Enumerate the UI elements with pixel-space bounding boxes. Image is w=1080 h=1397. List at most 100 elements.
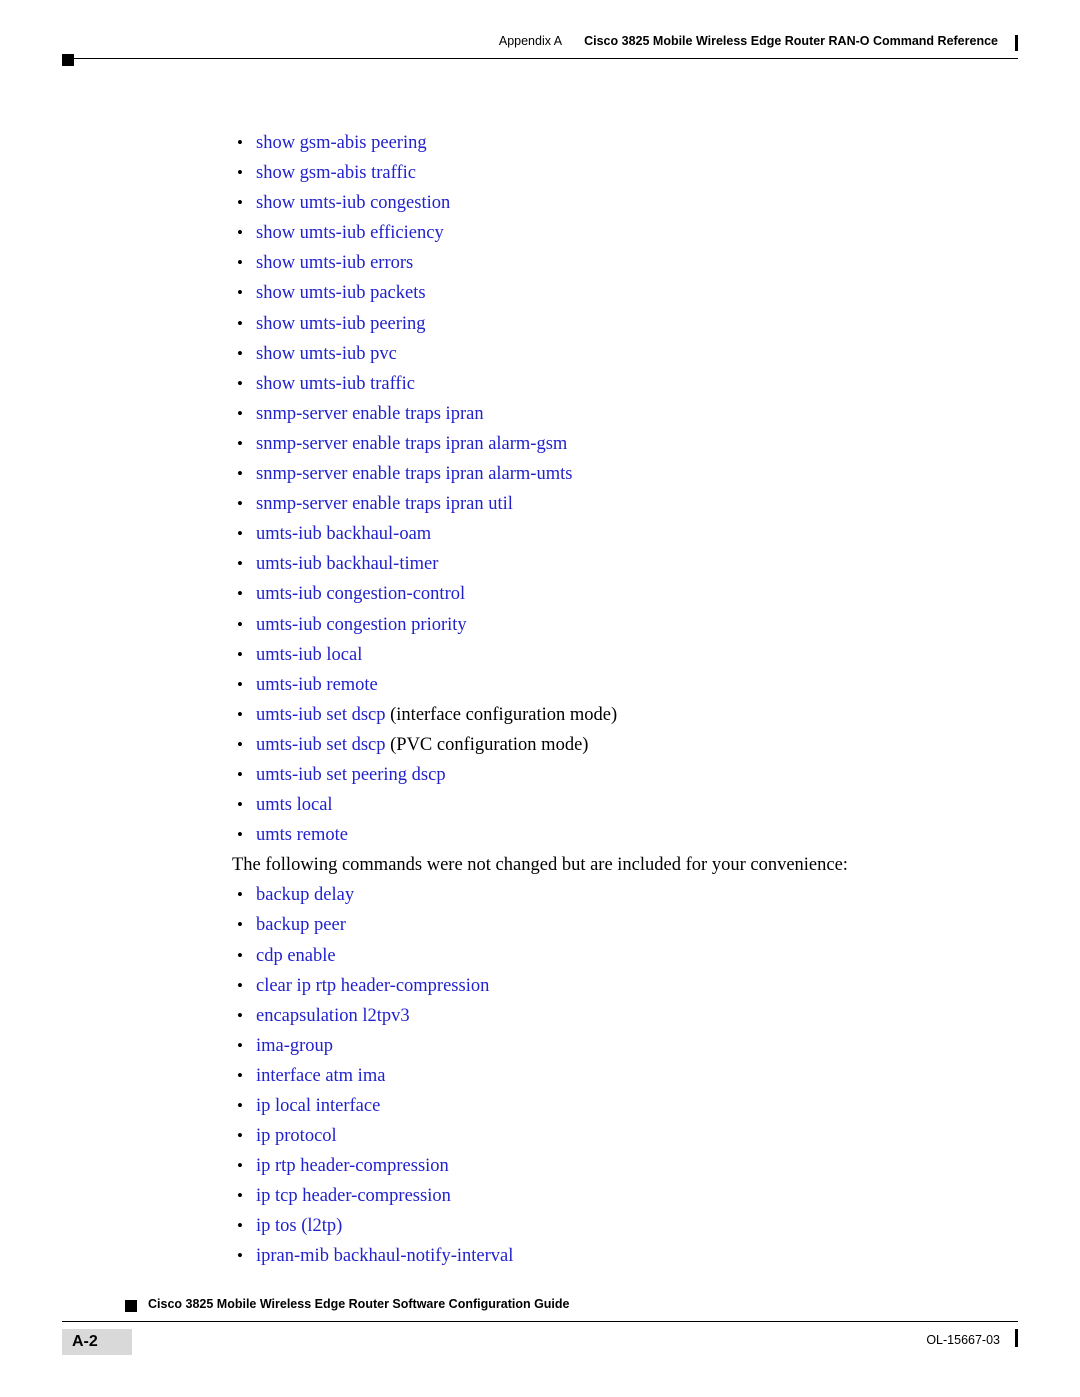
command-link[interactable]: ip tcp header-compression — [256, 1186, 451, 1206]
list-item: • ima-group — [232, 1031, 932, 1061]
command-link[interactable]: interface atm ima — [256, 1066, 385, 1086]
list-item: • ip tos (l2tp) — [232, 1211, 932, 1241]
bullet-icon: • — [237, 644, 243, 664]
bullet-icon: • — [237, 1156, 243, 1176]
list-item: • umts remote — [232, 820, 932, 850]
bullet-icon: • — [237, 764, 243, 784]
command-mode-note: (interface configuration mode) — [385, 704, 618, 725]
command-link[interactable]: umts-iub remote — [256, 675, 378, 695]
command-link[interactable]: show gsm-abis peering — [256, 133, 427, 153]
bullet-icon: • — [237, 524, 243, 544]
header-text: Appendix A Cisco 3825 Mobile Wireless Edg… — [499, 34, 998, 48]
command-link[interactable]: clear ip rtp header-compression — [256, 976, 489, 996]
list-item: • snmp-server enable traps ipran alarm-um… — [232, 459, 932, 489]
list-item: • show gsm-abis traffic — [232, 158, 932, 188]
bullet-icon: • — [237, 163, 243, 183]
list-item: • backup peer — [232, 910, 932, 940]
document-page: Appendix A Cisco 3825 Mobile Wireless Edg… — [0, 0, 1080, 1397]
command-link[interactable]: ip protocol — [256, 1126, 337, 1146]
command-link[interactable]: encapsulation l2tpv3 — [256, 1006, 410, 1026]
command-link[interactable]: snmp-server enable traps ipran alarm-gsm — [256, 434, 567, 454]
command-link[interactable]: show umts-iub efficiency — [256, 223, 444, 243]
command-link[interactable]: show umts-iub packets — [256, 283, 426, 303]
list-item: • ip tcp header-compression — [232, 1181, 932, 1211]
list-item: • umts-iub remote — [232, 670, 932, 700]
command-link[interactable]: umts-iub set dscp — [256, 735, 386, 755]
bullet-icon: • — [237, 343, 243, 363]
bullet-icon: • — [237, 1065, 243, 1085]
command-link[interactable]: ip local interface — [256, 1096, 380, 1116]
command-link[interactable]: cdp enable — [256, 946, 336, 966]
header-right-bar — [1015, 35, 1018, 51]
bullet-icon: • — [237, 704, 243, 724]
command-link[interactable]: umts-iub congestion priority — [256, 615, 467, 635]
bullet-icon: • — [237, 1186, 243, 1206]
list-item: • encapsulation l2tpv3 — [232, 1001, 932, 1031]
command-link[interactable]: ima-group — [256, 1036, 333, 1056]
command-link[interactable]: snmp-server enable traps ipran util — [256, 494, 513, 514]
command-link[interactable]: show umts-iub congestion — [256, 193, 450, 213]
list-item: • show umts-iub traffic — [232, 369, 932, 399]
bullet-icon: • — [237, 373, 243, 393]
command-link[interactable]: umts-iub congestion-control — [256, 584, 465, 604]
bullet-icon: • — [237, 584, 243, 604]
command-link[interactable]: snmp-server enable traps ipran — [256, 404, 484, 424]
command-link[interactable]: umts-iub backhaul-timer — [256, 554, 438, 574]
command-link[interactable]: show umts-iub errors — [256, 253, 413, 273]
list-item: • show umts-iub peering — [232, 309, 932, 339]
command-link[interactable]: ip rtp header-compression — [256, 1156, 449, 1176]
body-paragraph: The following commands were not changed … — [232, 855, 848, 876]
footer-rule — [62, 1321, 1018, 1322]
bullet-icon: • — [237, 674, 243, 694]
command-link[interactable]: umts-iub set peering dscp — [256, 765, 446, 785]
list-item: • snmp-server enable traps ipran alarm-gs… — [232, 429, 932, 459]
header-title: Cisco 3825 Mobile Wireless Edge Router R… — [584, 34, 998, 48]
list-item: • show umts-iub pvc — [232, 339, 932, 369]
bullet-icon: • — [237, 403, 243, 423]
list-item: • umts-iub set dscp (PVC configuration mo… — [232, 730, 932, 760]
command-link[interactable]: show umts-iub pvc — [256, 344, 397, 364]
list-item: • umts-iub set peering dscp — [232, 760, 932, 790]
bullet-icon: • — [237, 554, 243, 574]
bullet-icon: • — [237, 945, 243, 965]
command-link[interactable]: snmp-server enable traps ipran alarm-umt… — [256, 464, 572, 484]
list-item: • umts-iub congestion priority — [232, 610, 932, 640]
list-item: • ip protocol — [232, 1121, 932, 1151]
command-link[interactable]: backup delay — [256, 885, 354, 905]
command-link[interactable]: ip tos (l2tp) — [256, 1216, 342, 1236]
command-link[interactable]: show umts-iub traffic — [256, 374, 415, 394]
bullet-icon: • — [237, 885, 243, 905]
bullet-icon: • — [237, 494, 243, 514]
bullet-icon: • — [237, 433, 243, 453]
command-list-two: • backup delay • backup peer • cdp enable • cle… — [232, 880, 932, 1271]
command-link[interactable]: umts local — [256, 795, 333, 815]
command-link[interactable]: show umts-iub peering — [256, 314, 426, 334]
command-link[interactable]: show gsm-abis traffic — [256, 163, 416, 183]
command-link[interactable]: umts-iub set dscp — [256, 705, 386, 725]
bullet-icon: • — [237, 283, 243, 303]
footer-right-bar — [1015, 1329, 1018, 1347]
bullet-icon: • — [237, 1216, 243, 1236]
list-item: • show umts-iub packets — [232, 278, 932, 308]
list-item: • show gsm-abis peering — [232, 128, 932, 158]
bullet-icon: • — [237, 1246, 243, 1266]
bullet-icon: • — [237, 1005, 243, 1025]
command-link[interactable]: backup peer — [256, 915, 346, 935]
footer-guide-title: Cisco 3825 Mobile Wireless Edge Router S… — [148, 1297, 570, 1311]
header-rule — [62, 58, 1018, 59]
command-link[interactable]: ipran-mib backhaul-notify-interval — [256, 1246, 513, 1266]
command-link[interactable]: umts remote — [256, 825, 348, 845]
bullet-icon: • — [237, 193, 243, 213]
command-list-one: • show gsm-abis peering • show gsm-abis tra… — [232, 128, 932, 850]
command-link[interactable]: umts-iub local — [256, 645, 362, 665]
bullet-icon: • — [237, 825, 243, 845]
bullet-icon: • — [237, 915, 243, 935]
bullet-icon: • — [237, 313, 243, 333]
list-item: • show umts-iub congestion — [232, 188, 932, 218]
bullet-icon: • — [237, 133, 243, 152]
command-link[interactable]: umts-iub backhaul-oam — [256, 524, 431, 544]
list-item: • ip local interface — [232, 1091, 932, 1121]
footer-document-id: OL-15667-03 — [926, 1333, 1000, 1347]
command-mode-note: (PVC configuration mode) — [385, 734, 589, 755]
list-item: • interface atm ima — [232, 1061, 932, 1091]
